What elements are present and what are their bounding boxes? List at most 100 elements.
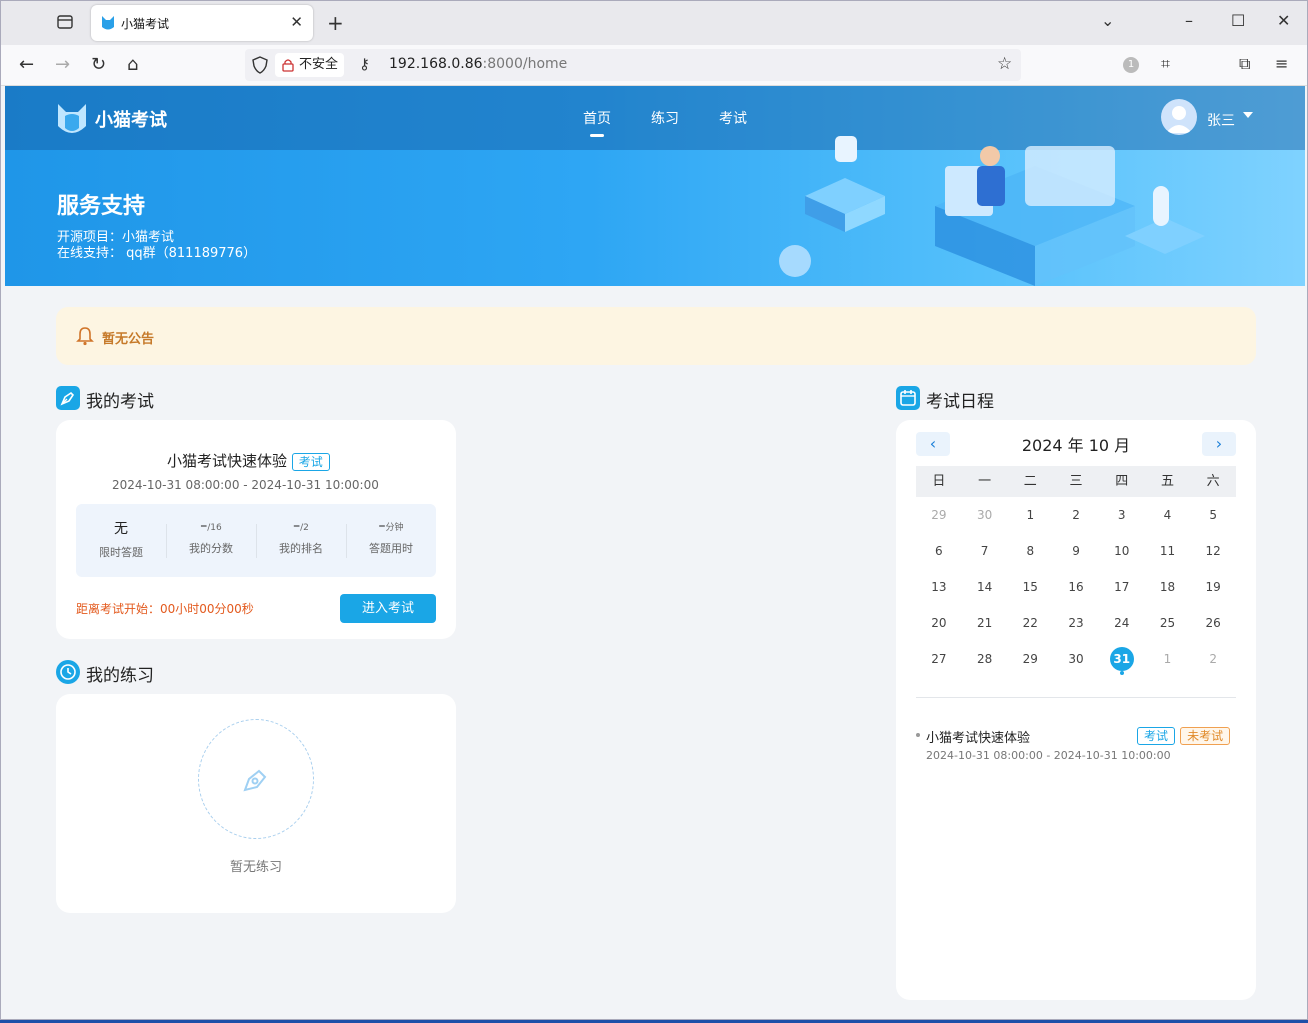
calendar-day[interactable]: 16 — [1053, 569, 1099, 605]
pen-icon — [239, 762, 273, 800]
empty-placeholder — [198, 719, 314, 839]
stat-suffix: /2 — [300, 523, 309, 533]
tab-list-icon[interactable] — [56, 13, 74, 35]
calendar-week: 29 30 1 2 3 4 5 — [916, 497, 1236, 533]
calendar-day[interactable]: 29 — [1007, 641, 1053, 677]
calendar-day[interactable]: 23 — [1053, 605, 1099, 641]
reload-icon[interactable]: ↻ — [91, 54, 106, 75]
calendar-day[interactable]: 5 — [1190, 497, 1236, 533]
calendar-day[interactable]: 15 — [1007, 569, 1053, 605]
calendar-day[interactable]: 11 — [1145, 533, 1191, 569]
menu-practice[interactable]: 练习 — [651, 108, 679, 128]
url-path: :8000/home — [482, 56, 568, 72]
calendar-day[interactable]: 28 — [962, 641, 1008, 677]
calendar-day[interactable]: 2 — [1190, 641, 1236, 677]
empty-practice-text: 暂无练习 — [229, 860, 282, 875]
calendar-day[interactable]: 19 — [1190, 569, 1236, 605]
bullet-icon — [916, 733, 920, 737]
calendar-day[interactable]: 14 — [962, 569, 1008, 605]
clock-icon — [56, 660, 80, 684]
stat-label: 我的排名 — [279, 542, 323, 555]
calendar-day[interactable]: 2 — [1053, 497, 1099, 533]
menu-exam[interactable]: 考试 — [719, 108, 747, 128]
calendar-day-today[interactable]: 31 — [1099, 641, 1145, 677]
browser-tab[interactable]: 小猫考试 ✕ — [91, 5, 313, 41]
calendar-day[interactable]: 22 — [1007, 605, 1053, 641]
weekday-label: 五 — [1160, 474, 1174, 489]
calendar-day[interactable]: 7 — [962, 533, 1008, 569]
hero-title: 服务支持 — [57, 194, 146, 219]
calendar-day[interactable]: 13 — [916, 569, 962, 605]
menu-home[interactable]: 首页 — [583, 108, 611, 137]
maximize-icon[interactable]: ☐ — [1231, 11, 1245, 30]
next-month-icon[interactable]: › — [1202, 432, 1236, 456]
today-number: 31 — [1109, 647, 1134, 671]
crop-icon[interactable]: ⌗ — [1161, 54, 1170, 74]
chevron-down-icon[interactable]: ⌄ — [1101, 11, 1114, 30]
calendar-day[interactable]: 25 — [1145, 605, 1191, 641]
support-illustration — [779, 136, 1205, 286]
calendar-day[interactable]: 24 — [1099, 605, 1145, 641]
calendar-day[interactable]: 17 — [1099, 569, 1145, 605]
calendar-day[interactable]: 4 — [1145, 497, 1191, 533]
minimize-icon[interactable]: – — [1185, 11, 1193, 30]
calendar-day[interactable]: 12 — [1190, 533, 1236, 569]
calendar-day[interactable]: 3 — [1099, 497, 1145, 533]
cat-logo-icon[interactable] — [55, 102, 89, 140]
brand-name[interactable]: 小猫考试 — [95, 106, 167, 132]
stat-label: 答题用时 — [369, 542, 413, 555]
exam-tag: 考试 — [291, 453, 330, 471]
calendar-day[interactable]: 9 — [1053, 533, 1099, 569]
event-type-tag: 考试 — [1137, 727, 1176, 745]
divider — [916, 697, 1236, 698]
calendar-day[interactable]: 20 — [916, 605, 962, 641]
calendar-day[interactable]: 1 — [1145, 641, 1191, 677]
calendar-day[interactable]: 29 — [916, 497, 962, 533]
key-icon[interactable]: ⚷ — [359, 55, 370, 73]
enter-exam-button[interactable]: 进入考试 — [340, 594, 436, 623]
address-bar[interactable]: 不安全 ⚷ 192.168.0.86:8000/home ☆ — [245, 49, 1021, 81]
calendar-month-label: 2024 年 10 月 — [1021, 436, 1131, 455]
calendar-day[interactable]: 27 — [916, 641, 962, 677]
calendar-day[interactable]: 1 — [1007, 497, 1053, 533]
weekday-label: 日 — [932, 474, 946, 489]
back-icon[interactable]: ← — [19, 54, 34, 75]
schedule-event-tags: 考试 未考试 — [1137, 725, 1231, 745]
url-text[interactable]: 192.168.0.86:8000/home — [389, 56, 567, 72]
calendar-day[interactable]: 10 — [1099, 533, 1145, 569]
calendar-week: 13 14 15 16 17 18 19 — [916, 569, 1236, 605]
notice-text: 暂无公告 — [102, 332, 155, 347]
url-host: 192.168.0.86 — [389, 56, 483, 72]
calendar-day[interactable]: 30 — [1053, 641, 1099, 677]
calendar-week: 20 21 22 23 24 25 26 — [916, 605, 1236, 641]
calendar-grid: 日 一 二 三 四 五 六 29 30 1 2 3 4 5 6 7 8 9 10… — [916, 466, 1236, 677]
weekday-header: 日 一 二 三 四 五 六 — [916, 466, 1236, 497]
weekday-label: 六 — [1206, 474, 1220, 489]
insecure-badge[interactable]: 不安全 — [275, 53, 345, 77]
weekday-label: 一 — [978, 474, 992, 489]
calendar-day[interactable]: 8 — [1007, 533, 1053, 569]
pen-icon — [56, 386, 80, 410]
prev-month-icon[interactable]: ‹ — [916, 432, 950, 456]
close-window-icon[interactable]: ✕ — [1277, 11, 1290, 30]
my-exam-title: 我的考试 — [86, 392, 154, 412]
extensions-icon[interactable]: ⧉ — [1239, 54, 1250, 74]
home-icon[interactable]: ⌂ — [127, 54, 138, 75]
calendar-day[interactable]: 18 — [1145, 569, 1191, 605]
calendar-day[interactable]: 21 — [962, 605, 1008, 641]
new-tab-icon[interactable]: + — [327, 11, 344, 35]
calendar-day[interactable]: 26 — [1190, 605, 1236, 641]
stat-rank: –/2 我的排名 — [256, 518, 346, 556]
calendar-day[interactable]: 30 — [962, 497, 1008, 533]
stat-suffix: /16 — [207, 523, 222, 533]
calendar-day[interactable]: 6 — [916, 533, 962, 569]
bookmark-star-icon[interactable]: ☆ — [997, 54, 1012, 74]
extension-badge[interactable]: 1 — [1123, 57, 1139, 73]
close-tab-icon[interactable]: ✕ — [290, 13, 303, 31]
shield-icon[interactable] — [252, 56, 268, 78]
menu-icon[interactable]: ≡ — [1275, 54, 1288, 73]
forward-icon[interactable]: → — [55, 54, 70, 75]
schedule-event-name[interactable]: 小猫考试快速体验 — [926, 727, 1030, 746]
weekday-label: 三 — [1069, 474, 1083, 489]
stat-value: 无 — [114, 521, 128, 537]
